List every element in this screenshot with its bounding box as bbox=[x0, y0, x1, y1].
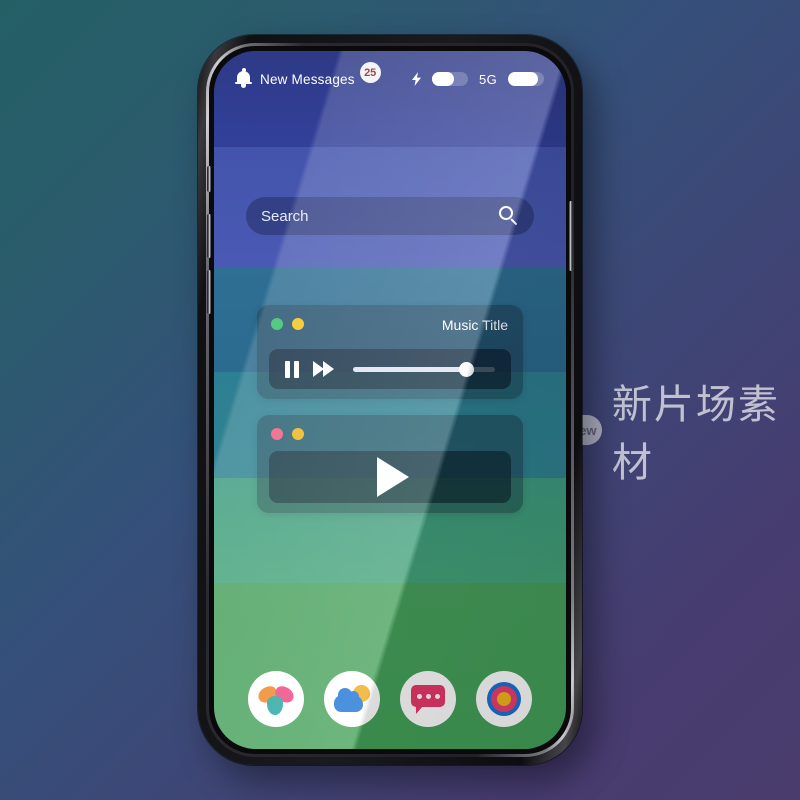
new-messages-label: New Messages bbox=[260, 71, 355, 87]
mute-switch[interactable] bbox=[207, 166, 211, 192]
messages-app[interactable] bbox=[400, 671, 456, 727]
music-dot-green[interactable] bbox=[271, 318, 283, 330]
pause-icon[interactable] bbox=[285, 360, 299, 378]
video-card-dots bbox=[271, 428, 304, 440]
video-dot-pink[interactable] bbox=[271, 428, 283, 440]
music-controls bbox=[269, 349, 511, 389]
slider-knob[interactable] bbox=[459, 361, 475, 377]
phone-device: New Messages 25 5G Search Music Title bbox=[198, 35, 582, 765]
dock bbox=[214, 671, 566, 727]
search-icon[interactable] bbox=[499, 206, 519, 226]
wallpaper bbox=[214, 51, 566, 749]
video-player-card[interactable] bbox=[257, 415, 523, 513]
bell-icon bbox=[235, 67, 252, 88]
power-button[interactable] bbox=[569, 201, 573, 271]
signal-pill-icon bbox=[508, 72, 544, 86]
search-placeholder: Search bbox=[261, 207, 309, 225]
status-bar-left: New Messages 25 bbox=[235, 62, 381, 88]
phone-metal-frame: New Messages 25 5G Search Music Title bbox=[206, 43, 574, 757]
weather-app[interactable] bbox=[324, 671, 380, 727]
fast-forward-icon[interactable] bbox=[313, 361, 335, 377]
phone-screen: New Messages 25 5G Search Music Title bbox=[214, 51, 566, 749]
volume-up-button[interactable] bbox=[207, 214, 211, 258]
play-icon[interactable] bbox=[377, 457, 409, 497]
flower-icon bbox=[256, 682, 296, 716]
progress-slider[interactable] bbox=[353, 361, 495, 377]
phone-bezel: New Messages 25 5G Search Music Title bbox=[207, 46, 573, 754]
volume-down-button[interactable] bbox=[207, 270, 211, 314]
cloud-sun-icon bbox=[334, 684, 370, 714]
search-input[interactable]: Search bbox=[246, 197, 534, 235]
status-badge: 25 bbox=[359, 62, 381, 83]
music-title: Music Title bbox=[441, 317, 508, 333]
music-dot-yellow[interactable] bbox=[292, 318, 304, 330]
watermark: new 新片场素材 bbox=[566, 372, 800, 488]
status-bar-right: 5G bbox=[412, 72, 544, 87]
music-card-dots bbox=[271, 318, 304, 330]
status-bar: New Messages 25 5G bbox=[214, 51, 566, 107]
target-rings-icon bbox=[487, 682, 521, 716]
network-label: 5G bbox=[479, 71, 497, 87]
video-screen[interactable] bbox=[269, 451, 511, 503]
watermark-text: 新片场素材 bbox=[611, 382, 780, 486]
chat-bubble-icon bbox=[411, 685, 445, 714]
battery-pill-icon bbox=[432, 72, 469, 86]
target-app[interactable] bbox=[476, 671, 532, 727]
video-dot-yellow[interactable] bbox=[292, 428, 304, 440]
flower-app[interactable] bbox=[248, 671, 304, 727]
music-player-card[interactable]: Music Title bbox=[257, 305, 523, 399]
lightning-bolt-icon bbox=[412, 72, 422, 86]
